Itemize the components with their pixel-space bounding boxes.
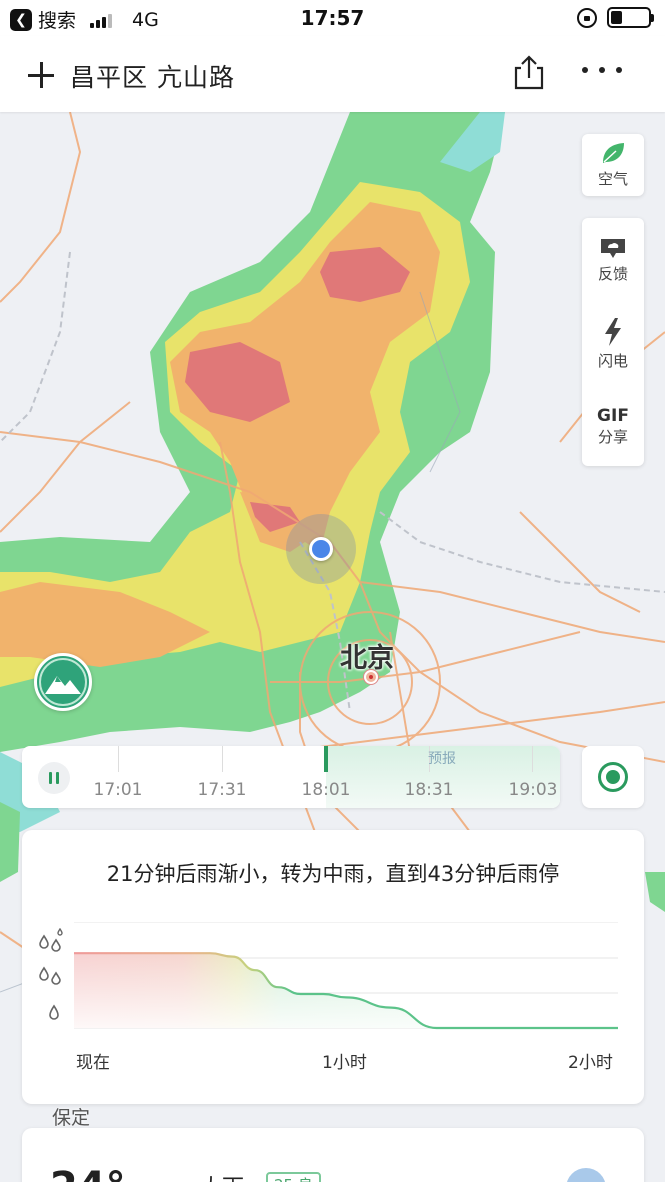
radar-echo-patch-right [645, 872, 665, 912]
precip-area-fade [74, 953, 618, 1028]
battery-icon [607, 7, 654, 28]
gif-share-button[interactable]: GIF 分享 [582, 386, 644, 466]
lightning-icon [605, 318, 621, 346]
orientation-lock-icon [577, 7, 597, 28]
current-condition: 大雨 [200, 1170, 244, 1182]
location-title[interactable]: 昌平区 亢山路 [70, 58, 235, 94]
lightning-label: 闪电 [597, 352, 628, 370]
air-quality-card[interactable]: 空气 [582, 134, 644, 196]
air-quality-label: 空气 [597, 170, 628, 188]
leaf-icon [603, 143, 624, 163]
weather-icon [566, 1168, 606, 1182]
nav-bar: 昌平区 亢山路 [0, 36, 665, 112]
city-marker [364, 670, 378, 684]
feedback-button[interactable]: 反馈 [582, 218, 644, 302]
time-label[interactable]: 18:01 [302, 780, 351, 800]
city-label: 北京 [340, 643, 394, 674]
status-right [577, 7, 654, 28]
lightning-button[interactable]: 闪电 [582, 302, 644, 386]
mountain-landscape-icon[interactable] [34, 653, 92, 711]
pause-button[interactable] [38, 762, 70, 794]
gif-share-label: 分享 [597, 427, 628, 446]
x-axis-label: 1小时 [322, 1053, 367, 1073]
gif-icon: GIF [597, 405, 629, 426]
heavy-rain-icon [39, 928, 63, 952]
radar-layer-toggle[interactable] [582, 746, 644, 808]
share-icon[interactable] [512, 54, 546, 90]
add-location-icon[interactable] [26, 60, 56, 90]
light-rain-icon [49, 1004, 59, 1020]
current-location-marker[interactable] [309, 537, 333, 561]
air-quality-button[interactable]: 空气 [582, 134, 644, 196]
map-city-label: 保定 [52, 1107, 91, 1129]
timeline-tick [532, 746, 533, 772]
forecast-label: 预报 [428, 751, 456, 767]
map-tools-card: 反馈 闪电 GIF 分享 [582, 218, 644, 466]
timeline-tick [118, 746, 119, 772]
timeline-tick [222, 746, 223, 772]
precipitation-card: 21分钟后雨渐小，转为中雨，直到43分钟后雨停 现在 1小时 2小时 [22, 830, 644, 1104]
status-bar: ❮ 搜索 4G 17:57 [0, 0, 665, 36]
precip-summary: 21分钟后雨渐小，转为中雨，直到43分钟后雨停 [106, 862, 560, 886]
status-time: 17:57 [300, 6, 365, 30]
radar-echo-patch [0, 802, 20, 882]
aqi-badge: 25 良 [266, 1172, 321, 1182]
radar-toggle-icon [598, 762, 628, 792]
time-label[interactable]: 17:31 [198, 780, 247, 800]
time-label[interactable]: 18:31 [405, 780, 454, 800]
feedback-icon [601, 239, 625, 258]
time-label[interactable]: 19:03 [509, 780, 558, 800]
current-weather-card[interactable]: 24° 大雨 25 良 [22, 1128, 644, 1182]
timeline-current-marker[interactable] [324, 746, 328, 772]
mountain-icon [39, 658, 87, 706]
radar-timeline[interactable]: 预报 17:01 17:31 18:01 18:31 19:03 [22, 746, 560, 808]
feedback-label: 反馈 [597, 265, 628, 283]
moderate-rain-icon [39, 966, 61, 985]
x-axis-label: 2小时 [568, 1053, 613, 1073]
current-temperature: 24° [50, 1164, 126, 1182]
precip-chart [74, 922, 618, 1030]
x-axis-label: 现在 [76, 1053, 110, 1073]
more-options-icon[interactable] [582, 64, 622, 76]
time-label[interactable]: 17:01 [94, 780, 143, 800]
